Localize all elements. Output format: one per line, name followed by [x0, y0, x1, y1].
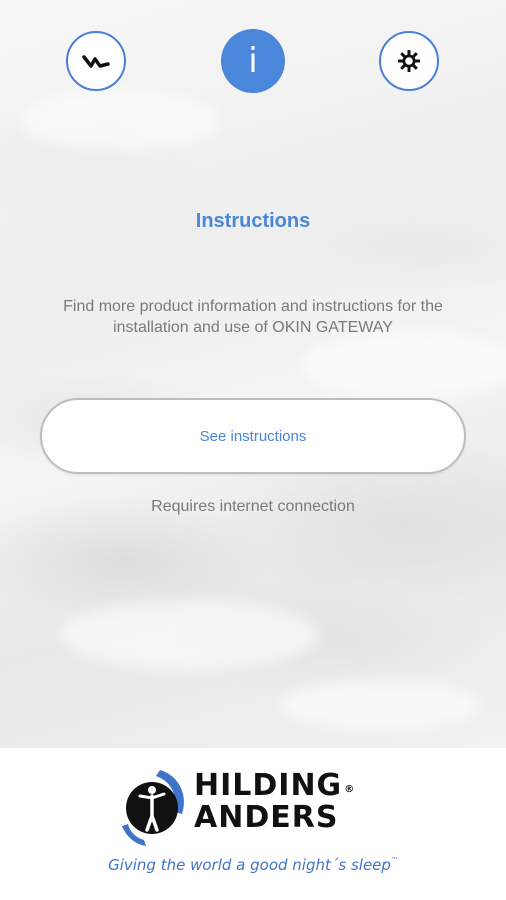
settings-tab-button[interactable]: [379, 31, 439, 91]
requires-internet-note: Requires internet connection: [151, 498, 355, 515]
registered-mark: ®: [344, 784, 356, 795]
background-fold: [280, 680, 480, 730]
gear-icon: [398, 50, 420, 72]
remote-tab-button[interactable]: [66, 31, 126, 91]
sleeper-emblem-icon: [122, 770, 184, 846]
description-line: Find more product information and instru…: [63, 298, 443, 315]
background-fold: [20, 90, 220, 150]
trademark-mark: ™: [390, 856, 398, 864]
hilding-anders-logo: HILDING ® ANDERS: [116, 766, 406, 846]
top-navigation: i: [0, 29, 506, 95]
see-instructions-button[interactable]: See instructions: [40, 398, 466, 474]
tagline-text: Giving the world a good night´s sleep: [108, 856, 391, 874]
instructions-screen: i Instructions Find more product informa…: [0, 0, 506, 900]
content-area: i Instructions Find more product informa…: [0, 0, 506, 748]
brand-line-1: HILDING: [194, 768, 343, 803]
description-line: installation and use of OKIN GATEWAY: [113, 319, 393, 336]
see-instructions-label: See instructions: [199, 427, 307, 445]
page-title: Instructions: [195, 210, 311, 232]
brand-line-2: ANDERS: [194, 800, 339, 835]
info-icon: i: [248, 41, 258, 81]
wave-remote-icon: [82, 55, 110, 68]
background-fold: [60, 600, 320, 670]
info-tab-button[interactable]: i: [221, 29, 285, 93]
background-fold: [300, 330, 506, 400]
footer: HILDING ® ANDERS Giving the world a good …: [0, 748, 506, 900]
instructions-description: Find more product information and instru…: [30, 296, 476, 338]
brand-name: HILDING ® ANDERS: [194, 768, 356, 835]
brand-tagline: Giving the world a good night´s sleep™: [0, 856, 506, 874]
